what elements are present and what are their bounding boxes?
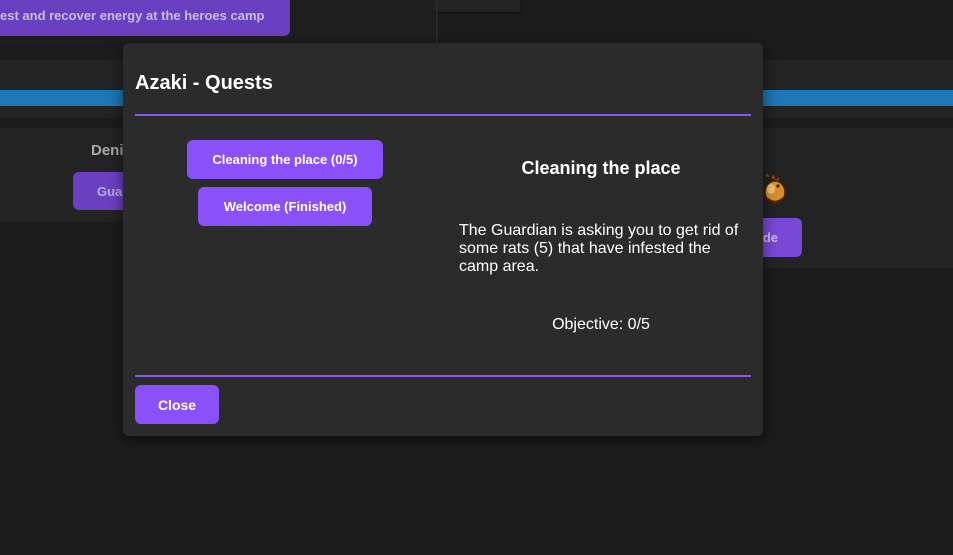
quest-objective: Objective: 0/5 (552, 316, 650, 333)
rest-button[interactable]: est and recover energy at the heroes cam… (0, 0, 290, 36)
quest-detail-description: The Guardian is asking you to get rid of… (459, 222, 739, 275)
quest-detail-title: Cleaning the place (521, 158, 681, 178)
hero-card-action-label: Gua (97, 183, 123, 199)
hero-card-name: Deni (91, 142, 124, 159)
hero-card-right-action-label: de (762, 230, 778, 245)
background-divider (436, 0, 438, 42)
modal-header-divider (135, 114, 751, 116)
modal-title: Azaki - Quests (135, 72, 273, 94)
quests-modal: Azaki - Quests Cleaning the place (0/5) … (123, 43, 763, 436)
app-screen: est and recover energy at the heroes cam… (0, 0, 953, 555)
modal-footer-divider (135, 375, 751, 377)
rest-button-label: est and recover energy at the heroes cam… (0, 7, 265, 23)
close-button[interactable]: Close (135, 385, 219, 424)
quest-button-welcome[interactable]: Welcome (Finished) (198, 187, 372, 226)
quest-button-cleaning-the-place[interactable]: Cleaning the place (0/5) (187, 140, 383, 179)
